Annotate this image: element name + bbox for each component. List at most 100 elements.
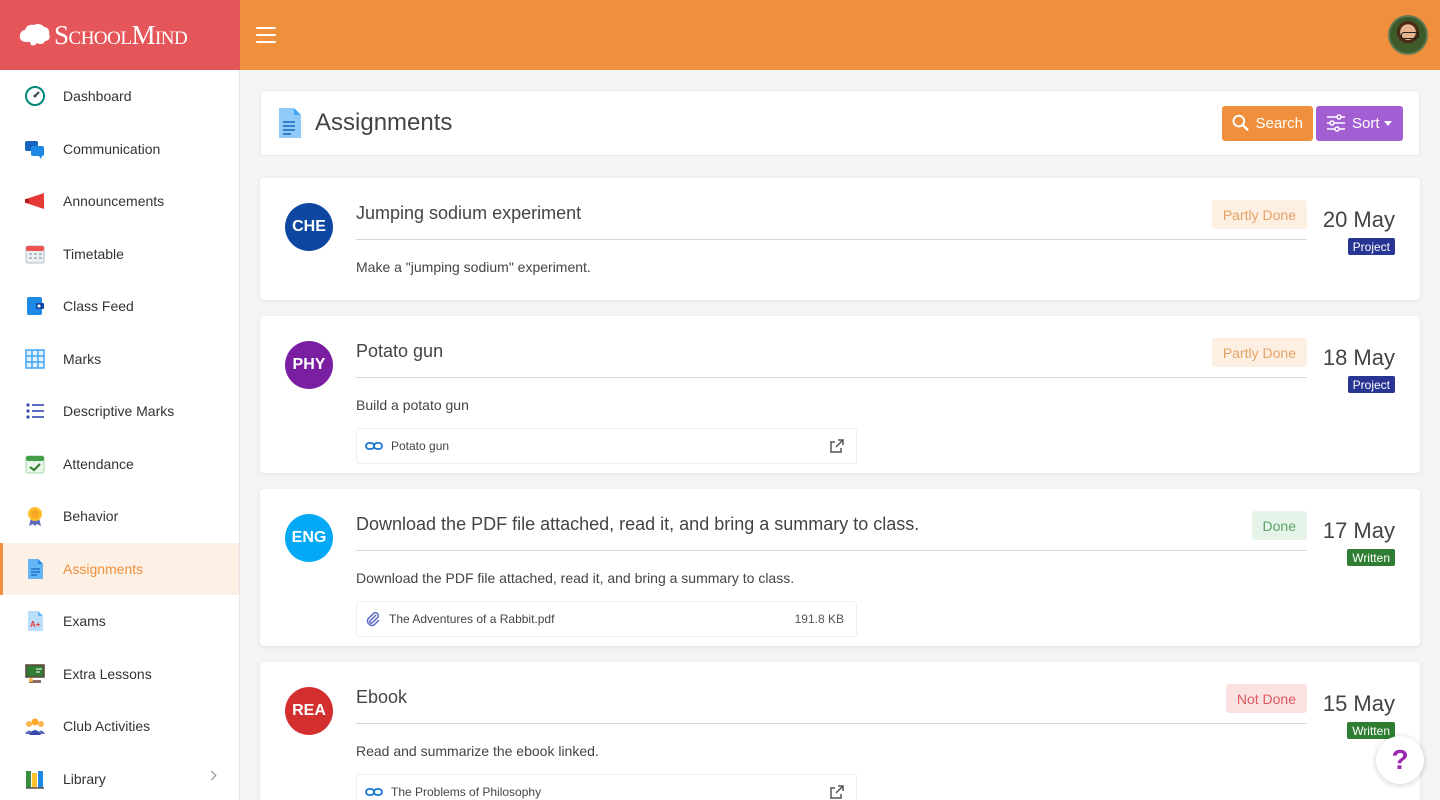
bulleted-list-icon bbox=[24, 400, 46, 422]
assignment-title[interactable]: Jumping sodium experiment bbox=[356, 203, 581, 224]
sidebar-item-label: Extra Lessons bbox=[63, 665, 152, 682]
document-icon bbox=[24, 558, 46, 580]
open-external-icon[interactable] bbox=[830, 439, 844, 453]
sidebar: Dashboard Communication Announcements Ti… bbox=[0, 70, 240, 800]
sidebar-item-assignments[interactable]: Assignments bbox=[0, 542, 239, 595]
sidebar-item-label: Club Activities bbox=[63, 718, 151, 735]
grid-icon bbox=[24, 348, 46, 370]
calendar-icon bbox=[24, 243, 46, 265]
attachment-link[interactable]: Potato gun bbox=[356, 428, 857, 464]
svg-text:A+: A+ bbox=[30, 620, 41, 629]
search-icon bbox=[1232, 114, 1249, 132]
document-icon bbox=[279, 108, 301, 138]
sidebar-item-extra-lessons[interactable]: Extra Lessons bbox=[0, 648, 239, 701]
type-badge: Project bbox=[1347, 376, 1395, 393]
sidebar-item-label: Dashboard bbox=[63, 88, 132, 105]
type-badge: Written bbox=[1347, 722, 1395, 739]
open-external-icon[interactable] bbox=[830, 785, 844, 799]
assignment-card[interactable]: ENG Download the PDF file attached, read… bbox=[260, 489, 1420, 646]
sliders-icon bbox=[1327, 114, 1345, 132]
group-icon bbox=[24, 715, 46, 737]
brand[interactable]: SchoolMind bbox=[0, 0, 240, 70]
main-content: Assignments Search Sort CHE Jumping sodi… bbox=[260, 90, 1420, 800]
assignment-description: Download the PDF file attached, read it,… bbox=[356, 570, 795, 586]
sidebar-item-label: Library bbox=[63, 770, 106, 787]
sidebar-item-club-activities[interactable]: Club Activities bbox=[0, 700, 239, 753]
attachment-link[interactable]: The Problems of Philosophy bbox=[356, 774, 857, 800]
menu-toggle-icon[interactable] bbox=[256, 27, 276, 43]
dashboard-gauge-icon bbox=[24, 85, 46, 107]
subject-badge: ENG bbox=[285, 514, 333, 562]
assignment-card[interactable]: CHE Jumping sodium experiment Partly Don… bbox=[260, 178, 1420, 300]
sort-button-label: Sort bbox=[1352, 114, 1380, 132]
due-date: 20 May bbox=[1322, 207, 1395, 232]
assignment-title[interactable]: Potato gun bbox=[356, 341, 443, 362]
megaphone-icon bbox=[24, 190, 46, 212]
due-date: 18 May bbox=[1322, 345, 1395, 370]
help-button[interactable]: ? bbox=[1376, 736, 1424, 784]
user-avatar[interactable] bbox=[1388, 15, 1428, 55]
sidebar-item-marks[interactable]: Marks bbox=[0, 333, 239, 386]
class-feed-icon bbox=[24, 295, 46, 317]
chat-bubbles-icon bbox=[24, 138, 46, 160]
sidebar-item-library[interactable]: Library bbox=[0, 753, 239, 800]
sidebar-item-label: Behavior bbox=[63, 508, 119, 525]
subject-badge: CHE bbox=[285, 203, 333, 251]
sidebar-item-label: Timetable bbox=[63, 245, 124, 262]
type-badge: Written bbox=[1347, 549, 1395, 566]
assignment-card[interactable]: REA Ebook Not Done Read and summarize th… bbox=[260, 662, 1420, 800]
assignment-title[interactable]: Ebook bbox=[356, 687, 407, 708]
sidebar-item-label: Marks bbox=[63, 350, 102, 367]
due-date: 15 May bbox=[1322, 691, 1395, 716]
status-badge: Not Done bbox=[1225, 684, 1307, 713]
sidebar-item-label: Exams bbox=[63, 613, 106, 630]
search-button-label: Search bbox=[1255, 114, 1303, 132]
attachment-file[interactable]: The Adventures of a Rabbit.pdf 191.8 KB bbox=[356, 601, 857, 637]
sidebar-item-label: Communication bbox=[63, 140, 161, 157]
page-header: Assignments Search Sort bbox=[260, 90, 1420, 156]
link-icon bbox=[365, 441, 383, 451]
brand-name: SchoolMind bbox=[54, 19, 188, 50]
attachment-name: Potato gun bbox=[391, 439, 450, 453]
sidebar-item-label: Class Feed bbox=[63, 298, 134, 315]
sidebar-item-communication[interactable]: Communication bbox=[0, 123, 239, 176]
status-badge: Done bbox=[1251, 511, 1307, 540]
assignment-title[interactable]: Download the PDF file attached, read it,… bbox=[356, 514, 919, 535]
file-size: 191.8 KB bbox=[794, 612, 844, 626]
page-title: Assignments bbox=[315, 109, 453, 136]
brain-logo-icon bbox=[19, 23, 50, 46]
sidebar-item-behavior[interactable]: Behavior bbox=[0, 490, 239, 543]
caret-down-icon bbox=[1383, 120, 1392, 126]
sidebar-item-label: Assignments bbox=[63, 560, 144, 577]
assignment-description: Build a potato gun bbox=[356, 397, 469, 413]
paperclip-icon bbox=[365, 611, 381, 627]
sidebar-item-label: Announcements bbox=[63, 193, 165, 210]
divider bbox=[356, 239, 1307, 240]
subject-badge: PHY bbox=[285, 341, 333, 389]
assignment-description: Make a "jumping sodium" experiment. bbox=[356, 259, 591, 275]
sidebar-item-timetable[interactable]: Timetable bbox=[0, 228, 239, 281]
graded-paper-icon: A+ bbox=[24, 610, 46, 632]
sidebar-item-label: Descriptive Marks bbox=[63, 403, 175, 420]
divider bbox=[356, 377, 1307, 378]
medal-icon bbox=[24, 505, 46, 527]
sidebar-item-descriptive-marks[interactable]: Descriptive Marks bbox=[0, 385, 239, 438]
divider bbox=[356, 723, 1307, 724]
sidebar-item-announcements[interactable]: Announcements bbox=[0, 175, 239, 228]
assignment-description: Read and summarize the ebook linked. bbox=[356, 743, 599, 759]
attachment-name: The Adventures of a Rabbit.pdf bbox=[389, 612, 555, 626]
divider bbox=[356, 550, 1307, 551]
sort-button[interactable]: Sort bbox=[1316, 105, 1403, 141]
top-bar: SchoolMind bbox=[0, 0, 1440, 70]
books-icon bbox=[24, 768, 46, 790]
link-icon bbox=[365, 787, 383, 797]
attachment-name: The Problems of Philosophy bbox=[391, 785, 542, 799]
sidebar-item-attendance[interactable]: Attendance bbox=[0, 438, 239, 491]
search-button[interactable]: Search bbox=[1222, 105, 1313, 141]
sidebar-item-dashboard[interactable]: Dashboard bbox=[0, 70, 239, 123]
status-badge: Partly Done bbox=[1211, 338, 1307, 367]
calendar-check-icon bbox=[24, 453, 46, 475]
assignment-card[interactable]: PHY Potato gun Partly Done Build a potat… bbox=[260, 316, 1420, 473]
sidebar-item-exams[interactable]: A+ Exams bbox=[0, 595, 239, 648]
sidebar-item-class-feed[interactable]: Class Feed bbox=[0, 280, 239, 333]
